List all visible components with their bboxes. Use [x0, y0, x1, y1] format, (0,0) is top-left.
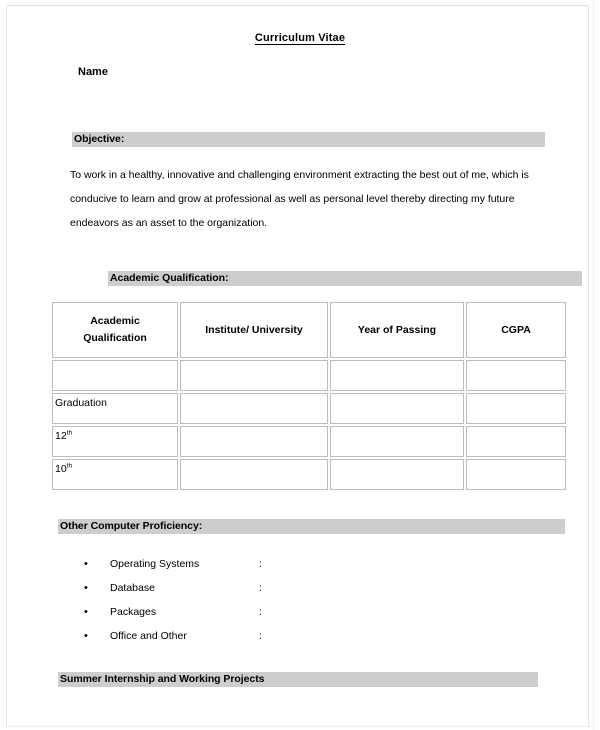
list-item-separator: : — [259, 630, 262, 642]
list-item[interactable]: • Packages : — [84, 600, 384, 624]
table-header-cell-qualification: Academic Qualification — [52, 302, 178, 358]
table-cell-institute[interactable] — [180, 459, 328, 490]
bullet-icon: • — [84, 582, 88, 594]
section-heading-other-computer-proficiency-text: Other Computer Proficiency: — [60, 520, 203, 532]
table-cell-institute[interactable] — [180, 426, 328, 457]
section-heading-other-computer-proficiency: Other Computer Proficiency: — [58, 519, 565, 534]
objective-paragraph: To work in a healthy, innovative and cha… — [70, 169, 529, 229]
table-cell-year[interactable] — [330, 459, 464, 490]
table-row[interactable]: Graduation — [52, 393, 566, 424]
page-edge-right-outer — [593, 0, 594, 730]
list-item[interactable]: • Office and Other : — [84, 624, 384, 648]
table-row[interactable]: 10th — [52, 459, 566, 490]
list-item-label: Operating Systems — [110, 558, 200, 570]
table-cell-qualification-text: Graduation — [55, 397, 107, 409]
list-item-separator: : — [259, 606, 262, 618]
academic-qualification-table-wrap: Academic Qualification Institute/ Univer… — [50, 300, 568, 492]
table-row[interactable] — [52, 360, 566, 391]
table-header-cell-year: Year of Passing — [330, 302, 464, 358]
table-cell-year[interactable] — [330, 360, 464, 391]
table-header-row: Academic Qualification Institute/ Univer… — [52, 302, 566, 358]
table-cell-year[interactable] — [330, 426, 464, 457]
table-header-qualification-line1: Academic — [90, 315, 140, 327]
table-header-cell-institute: Institute/ University — [180, 302, 328, 358]
list-item-separator: : — [259, 558, 262, 570]
table-cell-institute[interactable] — [180, 360, 328, 391]
table-cell-qualification-text: 10 — [55, 463, 67, 475]
table-cell-cgpa[interactable] — [466, 426, 566, 457]
proficiency-list: • Operating Systems : • Database : • Pac… — [84, 552, 384, 648]
academic-qualification-table: Academic Qualification Institute/ Univer… — [50, 300, 568, 492]
bullet-icon: • — [84, 558, 88, 570]
table-cell-qualification-text: 12 — [55, 430, 67, 442]
table-header-cell-cgpa: CGPA — [466, 302, 566, 358]
table-cell-qualification[interactable]: 12th — [52, 426, 178, 457]
table-cell-cgpa[interactable] — [466, 360, 566, 391]
table-cell-cgpa[interactable] — [466, 459, 566, 490]
document-page: Curriculum Vitae Name Objective: To work… — [0, 0, 600, 730]
list-item-label: Packages — [110, 606, 157, 618]
section-heading-summer-internship: Summer Internship and Working Projects — [58, 672, 538, 687]
table-cell-year[interactable] — [330, 393, 464, 424]
table-cell-qualification[interactable]: Graduation — [52, 393, 178, 424]
table-cell-qualification-superscript: th — [66, 462, 73, 470]
table-cell-institute[interactable] — [180, 393, 328, 424]
list-item[interactable]: • Database : — [84, 576, 384, 600]
name-label: Name — [78, 66, 108, 78]
section-heading-academic-qualification: Academic Qualification: — [108, 271, 582, 286]
section-heading-academic-qualification-text: Academic Qualification: — [110, 272, 229, 284]
bullet-icon: • — [84, 606, 88, 618]
table-cell-qualification[interactable]: 10th — [52, 459, 178, 490]
section-heading-summer-internship-text: Summer Internship and Working Projects — [60, 673, 265, 685]
list-item-label: Database — [110, 582, 155, 594]
document-title-text: Curriculum Vitae — [254, 32, 346, 45]
list-item-separator: : — [259, 582, 262, 594]
section-heading-objective-text: Objective: — [74, 133, 125, 145]
page-edge-bottom — [6, 726, 588, 727]
section-heading-objective: Objective: — [72, 132, 545, 147]
page-edge-right — [588, 5, 589, 727]
table-cell-qualification-superscript: th — [66, 429, 73, 437]
list-item[interactable]: • Operating Systems : — [84, 552, 384, 576]
table-cell-qualification[interactable] — [52, 360, 178, 391]
bullet-icon: • — [84, 630, 88, 642]
list-item-label: Office and Other — [110, 630, 187, 642]
table-row[interactable]: 12th — [52, 426, 566, 457]
table-header-qualification-line2: Qualification — [83, 332, 147, 344]
table-cell-cgpa[interactable] — [466, 393, 566, 424]
document-title: Curriculum Vitae — [0, 32, 600, 45]
